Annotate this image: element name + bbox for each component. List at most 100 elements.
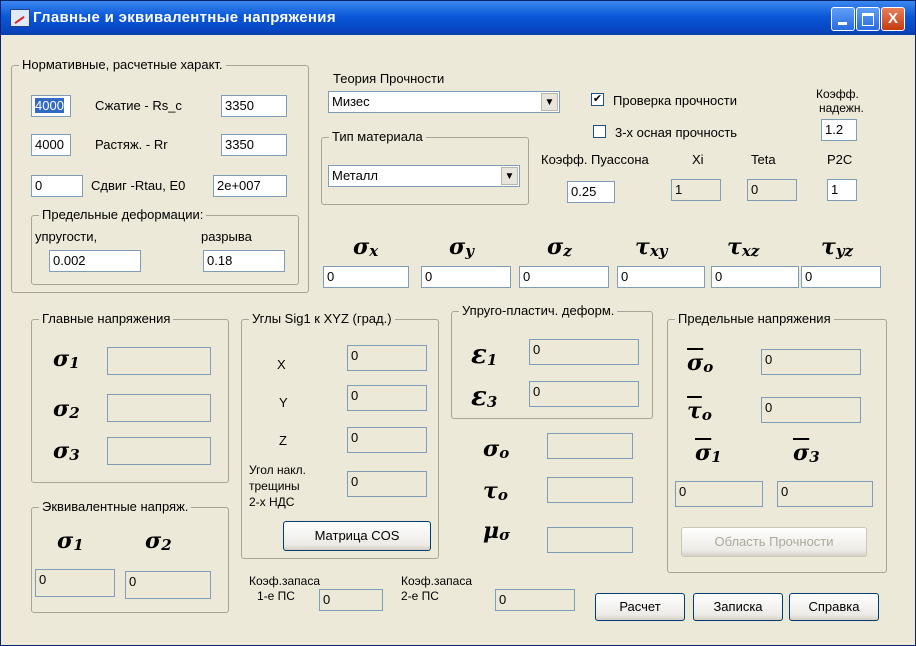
help-button[interactable]: Справка [789,593,879,621]
sigma1-field [107,347,211,375]
angle-y-label: Y [279,395,288,410]
tau-xz-input[interactable]: 0 [711,266,799,288]
equiv-sigma2-symbol: σ2 [145,528,172,554]
safety1-label-2: 1-е ПС [257,589,295,603]
sigma-o-symbol: σo [483,436,510,462]
plastic-group-title: Упруго-пластич. деформ. [459,303,618,319]
equiv-sigma1-field: 0 [35,569,115,597]
reliability-input[interactable]: 1.2 [821,119,857,141]
chevron-down-icon[interactable]: ▼ [501,167,518,185]
limit-sigma3-symbol: σ3 [793,440,820,466]
equiv-group-title: Эквивалентные напряж. [39,499,192,515]
poisson-input[interactable]: 0.25 [567,181,615,203]
xi-label: Xi [692,152,704,167]
matrix-cos-button[interactable]: Матрица COS [283,521,431,551]
xi-field: 1 [671,179,721,201]
triaxial-checkbox[interactable] [593,125,606,138]
safety1-field: 0 [319,589,383,611]
minimize-icon [838,22,847,25]
report-button[interactable]: Записка [693,593,783,621]
safety2-label-2: 2-е ПС [401,589,439,603]
calculate-button[interactable]: Расчет [595,593,685,621]
strength-region-button[interactable]: Область Прочности [681,527,867,557]
elastic-deform-input[interactable]: 0.002 [49,250,141,272]
limit-sigma0-field: 0 [761,349,861,375]
angle-z-field: 0 [347,427,427,453]
equiv-sigma1-symbol: σ1 [57,528,84,554]
angle-x-label: X [277,357,286,372]
maximize-button[interactable] [856,7,880,31]
angle-x-field: 0 [347,345,427,371]
epsilon1-field: 0 [529,339,639,365]
title-bar[interactable]: Главные и эквивалентные напряжения X [1,1,915,35]
epsilon1-symbol: ε1 [471,340,498,370]
tension-value2-input[interactable]: 3350 [221,134,287,156]
sigma2-symbol: σ2 [53,396,80,422]
material-select[interactable]: Металл ▼ [328,165,520,187]
teta-label: Teta [751,152,776,167]
tau-yz-input[interactable]: 0 [801,266,881,288]
mu-sigma-symbol: μσ [483,518,511,544]
shear-value1-input[interactable]: 0 [31,175,83,197]
angle-y-field: 0 [347,385,427,411]
maximize-icon [862,13,874,26]
strength-check-label: Проверка прочности [613,93,737,108]
tau-o-symbol: τo [483,478,508,504]
deform-group-title: Предельные деформации: [39,207,207,223]
limit-tau0-symbol: τo [687,398,712,424]
sigma-o-field [547,433,633,459]
angle-z-label: Z [279,433,287,448]
reliability-label-1: Коэфф. [816,87,859,101]
shear-value2-input[interactable]: 2e+007 [213,175,287,197]
safety2-label-1: Коэф.запаса [401,574,473,588]
poisson-label: Коэфф. Пуассона [541,152,649,167]
sigma3-field [107,437,211,465]
sigma-x-input[interactable]: 0 [323,266,409,288]
teta-field: 0 [747,179,797,201]
sigma-z-symbol: σz [547,234,572,260]
elastic-label: упругости, [35,229,98,244]
limit-sigma1-field: 0 [675,481,763,507]
compression-value1-input[interactable]: 4000 [31,95,71,117]
tau-xz-symbol: τxz [727,234,760,260]
epsilon3-symbol: ε3 [471,382,498,412]
tau-xy-symbol: τxy [635,234,668,260]
main-window: Главные и эквивалентные напряжения X Нор… [0,0,916,646]
reliability-label-2: надежн. [819,101,864,115]
sigma-z-input[interactable]: 0 [519,266,609,288]
triaxial-label: 3-х осная прочность [615,125,738,140]
epsilon3-field: 0 [529,381,639,407]
close-icon: X [887,10,898,27]
window-title: Главные и эквивалентные напряжения [33,9,336,26]
angles-group-title: Углы Sig1 к XYZ (град.) [249,311,395,327]
sigma-x-symbol: σx [353,234,379,260]
shear-label: Сдвиг -Rtau, E0 [91,178,186,193]
sigma1-symbol: σ1 [53,346,80,372]
sigma-y-input[interactable]: 0 [421,266,511,288]
sigma-y-symbol: σy [449,234,474,260]
crack-angle-label-2: трещины [249,479,300,493]
theory-label: Теория Прочности [333,71,445,86]
tau-xy-input[interactable]: 0 [617,266,705,288]
sigma2-field [107,394,211,422]
limit-sigma3-field: 0 [777,481,873,507]
tau-yz-symbol: τyz [821,234,854,260]
p2c-input[interactable]: 1 [827,179,857,201]
rupture-deform-input[interactable]: 0.18 [203,250,285,272]
theory-select[interactable]: Мизес ▼ [328,91,560,113]
tension-value1-input[interactable]: 4000 [31,134,71,156]
mu-sigma-field [547,527,633,553]
close-button[interactable]: X [881,7,905,31]
chevron-down-icon[interactable]: ▼ [541,93,558,111]
safety2-field: 0 [495,589,575,611]
app-icon[interactable] [10,9,30,27]
principal-group-title: Главные напряжения [39,311,174,327]
p2c-label: P2C [827,152,853,167]
sigma3-symbol: σ3 [53,438,80,464]
strength-check-checkbox[interactable]: ✔ [591,93,604,106]
crack-angle-label-1: Угол накл. [249,463,306,477]
crack-angle-label-3: 2-х НДС [249,495,295,509]
compression-value2-input[interactable]: 3350 [221,95,287,117]
minimize-button[interactable] [831,7,855,31]
rupture-label: разрыва [201,229,252,244]
